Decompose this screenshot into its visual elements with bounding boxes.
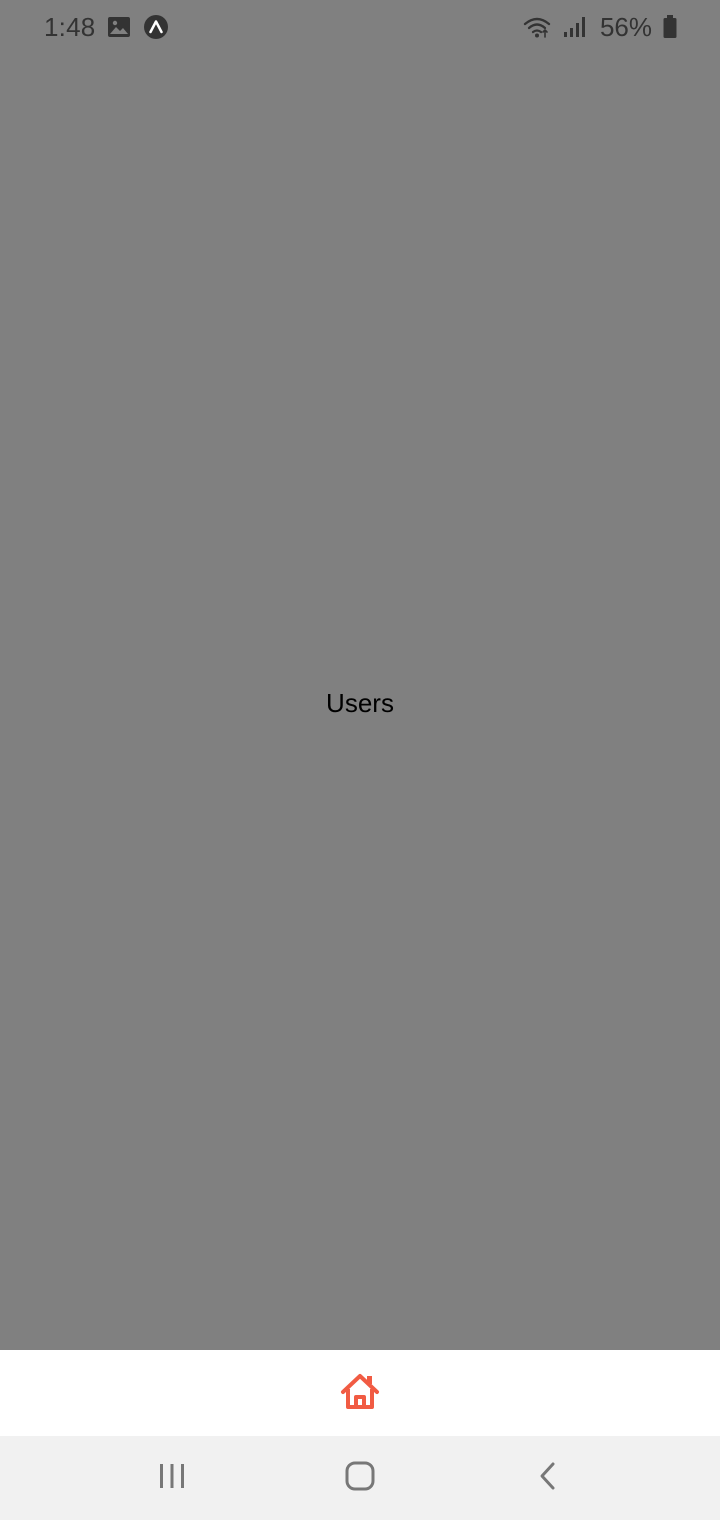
back-icon — [537, 1461, 559, 1496]
main-content: Users — [0, 56, 720, 1350]
bottom-tab-bar — [0, 1350, 720, 1436]
signal-icon — [562, 15, 586, 39]
recent-apps-button[interactable] — [132, 1453, 212, 1503]
app-screen: 1:48 56% Users — [0, 0, 720, 1520]
image-icon — [107, 16, 131, 38]
home-tab[interactable] — [315, 1350, 405, 1436]
home-nav-button[interactable] — [320, 1453, 400, 1503]
status-right: 56% — [522, 9, 678, 45]
wifi-icon — [522, 15, 552, 39]
status-time: 1:48 — [44, 12, 96, 42]
battery-percent: 56% — [599, 12, 652, 42]
users-title: Users — [326, 687, 394, 718]
status-left: 1:48 — [44, 9, 169, 45]
system-nav-bar — [0, 1436, 720, 1520]
battery-icon — [662, 14, 678, 40]
status-bar: 1:48 56% — [0, 0, 720, 56]
expo-icon — [143, 14, 169, 40]
home-icon — [339, 1371, 381, 1416]
recent-apps-icon — [157, 1462, 187, 1495]
back-button[interactable] — [508, 1453, 588, 1503]
home-nav-icon — [344, 1460, 376, 1497]
